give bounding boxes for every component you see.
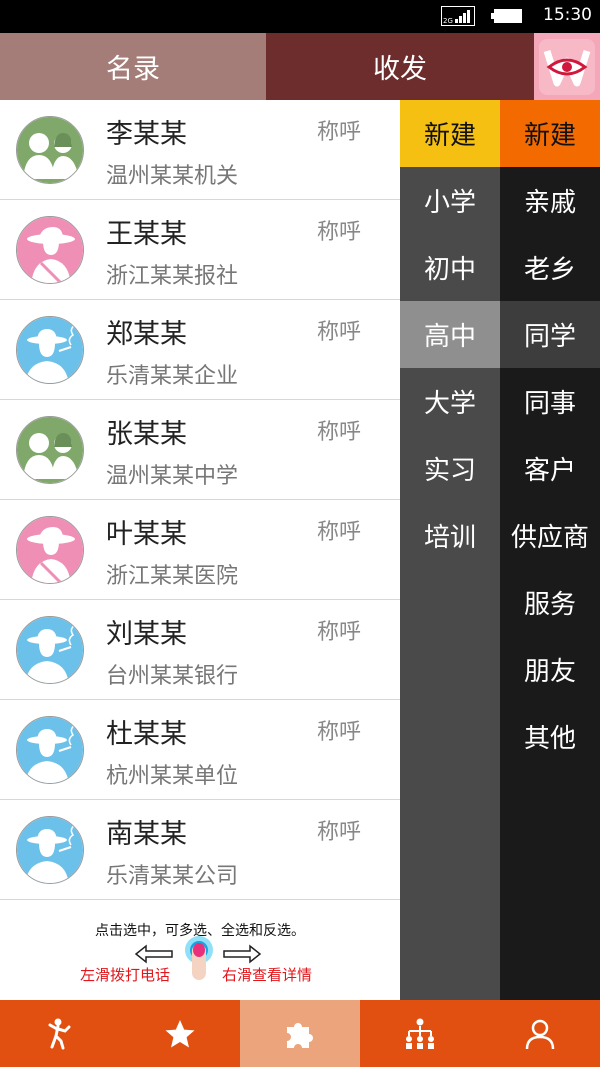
relation-group-item[interactable]: 客户 <box>500 435 600 502</box>
contact-row[interactable]: 李某某温州某某机关 称呼 <box>0 100 400 200</box>
dancer-icon <box>48 1018 71 1049</box>
avatar <box>16 716 84 784</box>
contact-title: 称呼 <box>317 420 362 445</box>
group-avatar-icon <box>17 417 83 483</box>
lady-avatar-icon <box>17 217 83 283</box>
school-group-item[interactable]: 培训 <box>400 502 500 569</box>
group-avatar-icon <box>17 117 83 183</box>
nav-organization[interactable] <box>360 1000 480 1067</box>
contact-list: 李某某 温州某某机关 称呼 王某某 浙江某某报社 称呼 郑某某 乐清某某企业 称呼 张某某 温州某某… <box>0 100 400 900</box>
contact-title: 称呼 <box>317 720 362 745</box>
contact-title: 称呼 <box>317 220 362 245</box>
man-avatar-icon <box>17 617 83 683</box>
app-logo-button[interactable] <box>534 33 600 100</box>
contact-title: 称呼 <box>317 320 362 345</box>
hint-left-text: 左滑拨打电话 <box>80 966 171 984</box>
contact-title: 称呼 <box>317 820 362 845</box>
person-icon <box>525 1019 555 1049</box>
contact-organization: 温州某某中学 <box>106 464 239 489</box>
avatar <box>16 116 84 184</box>
contact-row[interactable]: 南某某乐清某某公司 称呼 <box>0 800 400 900</box>
contact-row[interactable]: 张某某温州某某中学 称呼 <box>0 400 400 500</box>
signal-icon: 2G <box>441 6 475 26</box>
avatar <box>16 616 84 684</box>
school-group-item[interactable]: 初中 <box>400 234 500 301</box>
puzzle-icon <box>287 1022 313 1048</box>
contact-name: 叶某某 <box>106 519 187 550</box>
relation-group-item[interactable]: 其他 <box>500 703 600 770</box>
arrow-right-icon <box>223 944 262 964</box>
tab-send[interactable]: 收发 <box>266 33 534 100</box>
top-tabs: 名录 收发 <box>0 33 600 100</box>
man-avatar-icon <box>17 717 83 783</box>
contact-organization: 杭州某某单位 <box>106 764 239 789</box>
contact-name: 王某某 <box>106 219 187 250</box>
man-avatar-icon <box>17 317 83 383</box>
tab-roster[interactable]: 名录 <box>0 33 266 100</box>
nav-favorites[interactable] <box>120 1000 240 1067</box>
group-column-relation: 新建 亲戚 老乡 同学 同事 客户 供应商 服务 朋友 其他 <box>500 100 600 1000</box>
contact-organization: 浙江某某报社 <box>106 264 239 289</box>
relation-group-item[interactable]: 供应商 <box>500 502 600 569</box>
nav-dancer[interactable] <box>0 1000 120 1067</box>
new-relation-group-button[interactable]: 新建 <box>500 100 600 167</box>
contact-title: 称呼 <box>317 120 362 145</box>
school-group-item[interactable]: 实习 <box>400 435 500 502</box>
gesture-hint: 点击选中，可多选、全选和反选。 左滑拨打电话 右滑查看详情 <box>0 900 400 1000</box>
clock: 15:30 <box>543 5 592 25</box>
org-chart-icon <box>406 1018 434 1049</box>
arrow-left-icon <box>134 944 173 964</box>
relation-group-item[interactable]: 同学 <box>500 301 600 368</box>
avatar <box>16 416 84 484</box>
avatar <box>16 316 84 384</box>
nav-apps[interactable] <box>240 1000 360 1067</box>
contact-row[interactable]: 刘某某台州某某银行 称呼 <box>0 600 400 700</box>
contact-row[interactable]: 王某某浙江某某报社 称呼 <box>0 200 400 300</box>
contact-organization: 乐清某某企业 <box>106 364 239 389</box>
relation-group-item[interactable]: 服务 <box>500 569 600 636</box>
relation-group-item[interactable]: 老乡 <box>500 234 600 301</box>
avatar <box>16 216 84 284</box>
hint-right-text: 右滑查看详情 <box>222 966 313 984</box>
relation-group-item[interactable]: 亲戚 <box>500 167 600 234</box>
relation-group-item[interactable]: 同事 <box>500 368 600 435</box>
finger-tap-icon <box>185 936 213 980</box>
contact-row[interactable]: 郑某某乐清某某企业 称呼 <box>0 300 400 400</box>
nav-profile[interactable] <box>480 1000 600 1067</box>
school-group-item[interactable]: 小学 <box>400 167 500 234</box>
man-avatar-icon <box>17 817 83 883</box>
contact-organization: 台州某某银行 <box>106 664 239 689</box>
star-icon <box>165 1019 195 1047</box>
new-school-group-button[interactable]: 新建 <box>400 100 500 167</box>
network-type: 2G <box>443 17 453 25</box>
battery-icon <box>491 9 522 23</box>
w-eye-logo-icon <box>539 38 595 95</box>
contact-name: 张某某 <box>106 419 187 450</box>
lady-avatar-icon <box>17 517 83 583</box>
group-column-school: 新建 小学 初中 高中 大学 实习 培训 <box>400 100 500 1000</box>
contact-organization: 乐清某某公司 <box>106 864 239 889</box>
contact-organization: 浙江某某医院 <box>106 564 239 589</box>
contact-name: 李某某 <box>106 119 187 150</box>
contact-title: 称呼 <box>317 620 362 645</box>
relation-group-item[interactable]: 朋友 <box>500 636 600 703</box>
contact-name: 刘某某 <box>106 619 187 650</box>
status-bar: 2G 15:30 <box>0 0 600 33</box>
avatar <box>16 816 84 884</box>
avatar <box>16 516 84 584</box>
contact-name: 郑某某 <box>106 319 187 350</box>
school-group-item[interactable]: 高中 <box>400 301 500 368</box>
contact-title: 称呼 <box>317 520 362 545</box>
school-group-item[interactable]: 大学 <box>400 368 500 435</box>
contact-name: 杜某某 <box>106 719 187 750</box>
bottom-nav <box>0 1000 600 1067</box>
contact-row[interactable]: 杜某某杭州某某单位 称呼 <box>0 700 400 800</box>
contact-row[interactable]: 叶某某浙江某某医院 称呼 <box>0 500 400 600</box>
contact-organization: 温州某某机关 <box>106 164 239 189</box>
contact-name: 南某某 <box>106 819 187 850</box>
